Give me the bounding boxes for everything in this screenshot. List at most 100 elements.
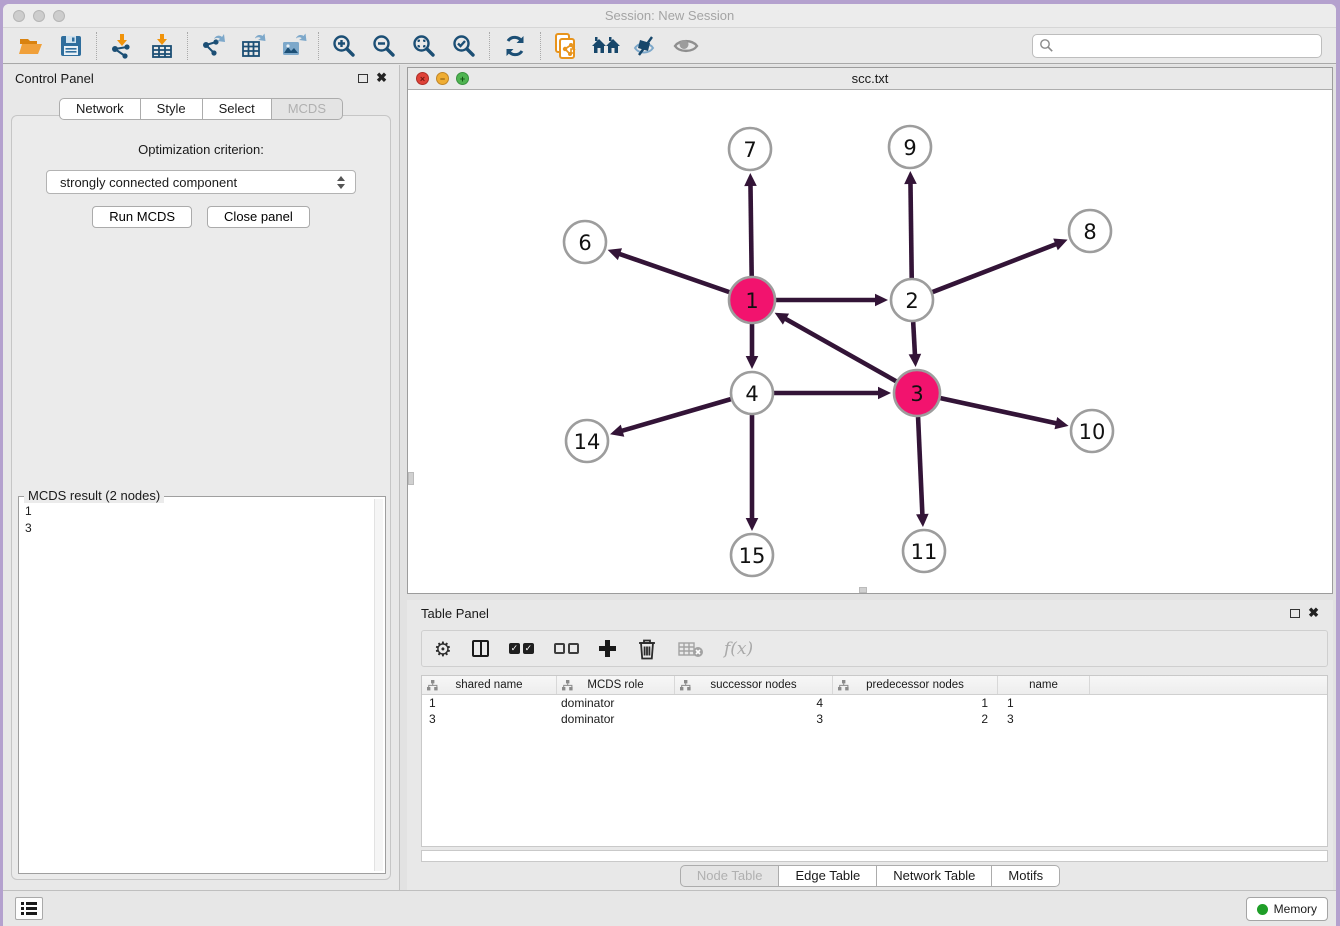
export-network-button[interactable]: [193, 30, 233, 62]
memory-label: Memory: [1274, 902, 1317, 916]
refresh-icon: [502, 33, 528, 59]
graph-edge-2-3[interactable]: [913, 322, 915, 356]
deselect-all-rows-icon[interactable]: [554, 643, 579, 654]
graph-edge-1-6[interactable]: [618, 253, 729, 292]
tab-select[interactable]: Select: [203, 98, 272, 120]
control-panel-tabs: Network Style Select MCDS: [3, 98, 399, 120]
column-header-mcds-role[interactable]: MCDS role: [557, 676, 675, 694]
show-graphics-button[interactable]: [666, 30, 706, 62]
toolbar-separator: [489, 32, 490, 60]
close-window-button[interactable]: [13, 10, 25, 22]
graph-edge-3-10[interactable]: [940, 398, 1057, 423]
tab-style[interactable]: Style: [141, 98, 203, 120]
memory-button[interactable]: Memory: [1246, 897, 1328, 921]
close-panel-button[interactable]: Close panel: [207, 206, 310, 228]
toolbar-separator: [540, 32, 541, 60]
table-settings-gear-icon[interactable]: ⚙: [434, 639, 452, 659]
network-minimize-button[interactable]: −: [436, 72, 449, 85]
function-builder-icon: f(x): [724, 639, 753, 659]
zoom-selected-button[interactable]: [444, 30, 484, 62]
edge-arrowhead-icon: [744, 173, 757, 186]
svg-text:3: 3: [910, 382, 923, 406]
network-window-titlebar[interactable]: × − + scc.txt: [408, 68, 1332, 90]
tab-network[interactable]: Network: [59, 98, 141, 120]
apply-layout-button[interactable]: [495, 30, 535, 62]
graph-node-8[interactable]: 8: [1069, 210, 1111, 252]
open-session-button[interactable]: [11, 30, 51, 62]
hide-graphics-button[interactable]: [626, 30, 666, 62]
import-table-button[interactable]: [142, 30, 182, 62]
graph-node-14[interactable]: 14: [566, 420, 608, 462]
window-title: Session: New Session: [3, 4, 1336, 28]
column-header-name[interactable]: name: [998, 676, 1090, 694]
graph-node-15[interactable]: 15: [731, 534, 773, 576]
canvas-hscroll-thumb[interactable]: [859, 587, 867, 593]
tab-mcds[interactable]: MCDS: [272, 98, 343, 120]
run-mcds-button[interactable]: Run MCDS: [92, 206, 192, 228]
list-icon: [21, 902, 37, 905]
task-history-button[interactable]: [15, 897, 43, 920]
mcds-result-text[interactable]: 1 3: [21, 499, 373, 871]
svg-text:14: 14: [574, 430, 601, 454]
close-panel-icon[interactable]: ✖: [376, 73, 387, 83]
select-all-rows-icon[interactable]: ✓✓: [509, 643, 534, 654]
float-panel-icon[interactable]: [358, 74, 368, 83]
graph-edge-2-8[interactable]: [933, 244, 1058, 292]
network-maximize-button[interactable]: +: [456, 72, 469, 85]
export-table-button[interactable]: [233, 30, 273, 62]
maximize-window-button[interactable]: [53, 10, 65, 22]
graph-node-9[interactable]: 9: [889, 126, 931, 168]
delete-column-trash-icon[interactable]: [636, 637, 658, 661]
graph-edge-1-7[interactable]: [750, 184, 751, 276]
network-canvas[interactable]: 1 2 3 4 6 7 8 9 10 11 14 15: [408, 91, 1336, 593]
graph-node-2[interactable]: 2: [891, 279, 933, 321]
show-columns-icon[interactable]: [472, 640, 489, 657]
graph-edge-4-14[interactable]: [621, 399, 731, 431]
column-header-predecessor-nodes[interactable]: predecessor nodes: [833, 676, 998, 694]
search-icon: [1039, 38, 1054, 53]
table-panel: Table Panel ✖ ⚙ ✓✓ f(x): [407, 600, 1333, 890]
graph-node-3[interactable]: 3: [894, 370, 940, 416]
graph-edge-2-9[interactable]: [910, 182, 911, 278]
table-hscrollbar[interactable]: [421, 850, 1328, 862]
network-close-button[interactable]: ×: [416, 72, 429, 85]
column-header-shared-name[interactable]: shared name: [422, 676, 557, 694]
close-table-panel-icon[interactable]: ✖: [1308, 608, 1319, 618]
svg-text:11: 11: [911, 540, 938, 564]
graph-node-10[interactable]: 10: [1071, 410, 1113, 452]
duplicate-network-button[interactable]: [546, 30, 586, 62]
tab-motifs[interactable]: Motifs: [992, 865, 1060, 887]
graph-edge-3-11[interactable]: [918, 417, 922, 516]
criterion-select[interactable]: strongly connected component: [46, 170, 356, 194]
tab-node-table[interactable]: Node Table: [680, 865, 780, 887]
control-panel-title: Control Panel: [15, 71, 94, 86]
minimize-window-button[interactable]: [33, 10, 45, 22]
show-neighbors-button[interactable]: [586, 30, 626, 62]
graph-node-7[interactable]: 7: [729, 128, 771, 170]
table-row[interactable]: 1 dominator 4 1 1: [422, 695, 1327, 711]
import-table-icon: [149, 33, 175, 59]
add-column-icon[interactable]: [599, 640, 616, 657]
graph-edge-3-1[interactable]: [784, 318, 896, 381]
export-network-icon: [200, 33, 226, 59]
zoom-out-button[interactable]: [364, 30, 404, 62]
tab-edge-table[interactable]: Edge Table: [779, 865, 877, 887]
graph-node-11[interactable]: 11: [903, 530, 945, 572]
graph-node-1[interactable]: 1: [729, 277, 775, 323]
search-input[interactable]: [1054, 39, 1315, 53]
zoom-fit-button[interactable]: [404, 30, 444, 62]
float-table-panel-icon[interactable]: [1290, 609, 1300, 618]
column-header-successor-nodes[interactable]: successor nodes: [675, 676, 833, 694]
table-row[interactable]: 3 dominator 3 2 3: [422, 711, 1327, 727]
save-session-button[interactable]: [51, 30, 91, 62]
canvas-vscroll-thumb[interactable]: [408, 472, 414, 485]
graph-node-6[interactable]: 6: [564, 221, 606, 263]
tab-network-table[interactable]: Network Table: [877, 865, 992, 887]
graph-node-4[interactable]: 4: [731, 372, 773, 414]
import-network-button[interactable]: [102, 30, 142, 62]
export-image-button[interactable]: [273, 30, 313, 62]
result-scrollbar[interactable]: [374, 499, 383, 871]
column-attribute-icon: [562, 680, 573, 691]
zoom-in-button[interactable]: [324, 30, 364, 62]
mcds-panel: Optimization criterion: strongly connect…: [11, 115, 391, 880]
